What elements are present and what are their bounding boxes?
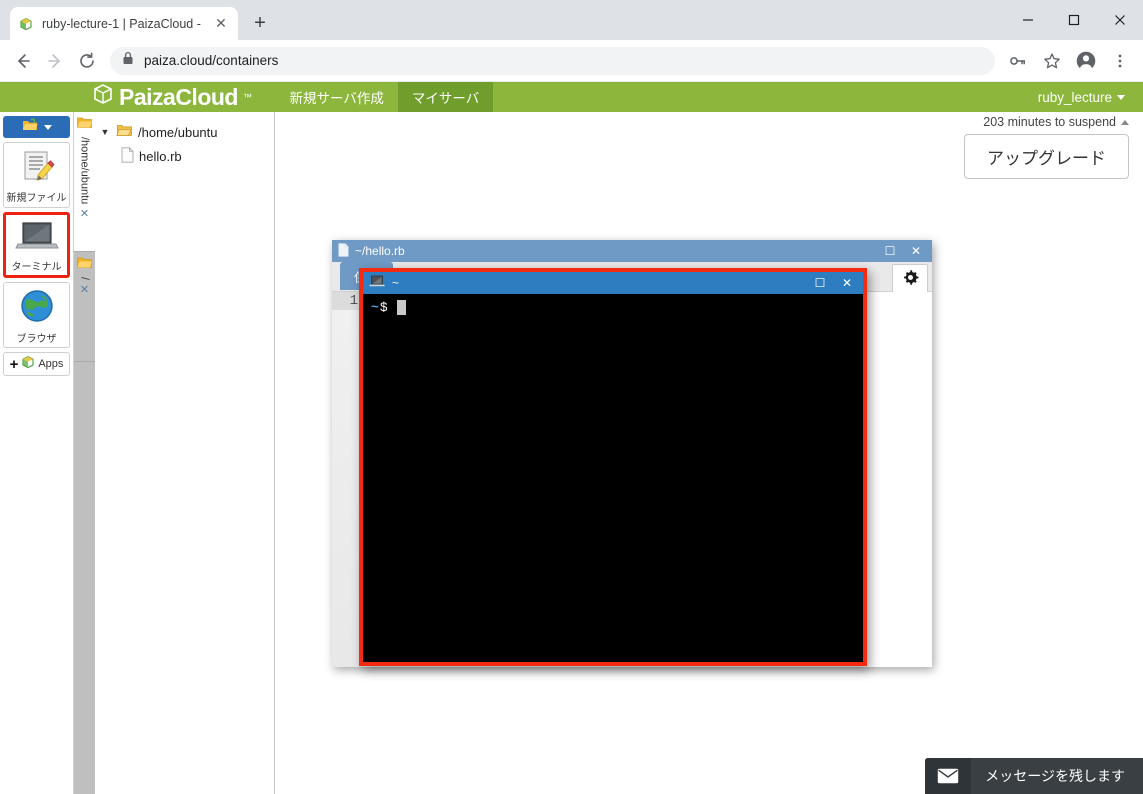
suspend-notice[interactable]: 203 minutes to suspend bbox=[983, 115, 1129, 129]
rail-label-terminal: ターミナル bbox=[11, 261, 62, 273]
paizacloud-app: PaizaCloud ™ 新規サーバ作成 マイサーバ ruby_lecture bbox=[0, 82, 1143, 794]
browser-tab-title: ruby-lecture-1 | PaizaCloud - Inst bbox=[42, 16, 204, 31]
editor-window-title: ~/hello.rb bbox=[355, 244, 405, 258]
gear-icon bbox=[902, 269, 919, 291]
upgrade-button[interactable]: アップグレード bbox=[964, 134, 1129, 179]
directory-tab-strip: /home/ubuntu ✕ / ✕ bbox=[74, 112, 151, 794]
file-new-icon bbox=[22, 118, 38, 137]
window-controls bbox=[1005, 0, 1143, 40]
reload-icon[interactable] bbox=[72, 46, 102, 76]
key-icon[interactable] bbox=[1003, 46, 1033, 76]
chevron-down-icon[interactable]: ▼ bbox=[99, 127, 111, 137]
suspend-notice-text: 203 minutes to suspend bbox=[983, 115, 1116, 129]
app-brand-tm: ™ bbox=[242, 92, 252, 102]
tab-strip: ruby-lecture-1 | PaizaCloud - Inst ✕ + bbox=[0, 0, 274, 40]
maximize-button[interactable] bbox=[1051, 0, 1097, 40]
close-icon[interactable]: ✕ bbox=[80, 207, 89, 220]
terminal-small-icon bbox=[369, 275, 385, 291]
browser-toolbar: paiza.cloud/containers bbox=[0, 40, 1143, 82]
back-icon[interactable] bbox=[8, 46, 38, 76]
terminal-prompt-line: ~ $ bbox=[371, 299, 855, 316]
close-icon[interactable]: ✕ bbox=[837, 276, 857, 290]
app-logo: PaizaCloud ™ bbox=[92, 82, 252, 112]
bookmark-star-icon[interactable] bbox=[1037, 46, 1067, 76]
file-icon bbox=[121, 146, 134, 166]
rail-button-new-file[interactable]: 新規ファイル bbox=[3, 142, 70, 208]
nav-my-server[interactable]: マイサーバ bbox=[397, 82, 494, 112]
terminal-window-title: ~ bbox=[392, 276, 400, 290]
tool-rail: 新規ファイル ターミナル ブラウザ + Apps bbox=[0, 112, 74, 794]
profile-icon[interactable] bbox=[1071, 46, 1101, 76]
chevron-down-icon bbox=[43, 124, 52, 130]
browser-globe-icon bbox=[19, 288, 55, 329]
file-tree-item-label: hello.rb bbox=[139, 148, 182, 164]
minimize-button[interactable] bbox=[1005, 0, 1051, 40]
chat-widget[interactable]: メッセージを残します bbox=[925, 758, 1143, 794]
maximize-icon[interactable]: ☐ bbox=[810, 276, 830, 290]
directory-tab-home[interactable]: /home/ubuntu ✕ bbox=[74, 112, 95, 252]
nav-new-server[interactable]: 新規サーバ作成 bbox=[275, 82, 397, 112]
close-icon[interactable]: ✕ bbox=[212, 15, 230, 33]
app-header: PaizaCloud ™ 新規サーバ作成 マイサーバ ruby_lecture bbox=[0, 82, 1143, 112]
file-tree-root-row[interactable]: ▼ /home/ubuntu bbox=[99, 120, 270, 144]
terminal-window[interactable]: ~ ☐ ✕ ~ $ bbox=[359, 268, 867, 666]
directory-tab-root[interactable]: / ✕ bbox=[74, 252, 95, 362]
workspace: 203 minutes to suspend アップグレード ~/hello.r bbox=[276, 112, 1143, 794]
address-bar[interactable]: paiza.cloud/containers bbox=[110, 46, 995, 75]
browser-menu-icon[interactable] bbox=[1105, 46, 1135, 76]
file-tree-item-hello-rb[interactable]: hello.rb bbox=[99, 144, 270, 168]
paiza-logo-icon bbox=[92, 82, 114, 112]
rail-label-browser: ブラウザ bbox=[16, 333, 57, 345]
close-button[interactable] bbox=[1097, 0, 1143, 40]
address-bar-url: paiza.cloud/containers bbox=[144, 53, 279, 68]
folder-icon bbox=[77, 116, 92, 134]
forward-icon[interactable] bbox=[40, 46, 70, 76]
terminal-icon bbox=[14, 220, 59, 257]
maximize-icon[interactable]: ☐ bbox=[880, 244, 900, 258]
rail-label-new-file: 新規ファイル bbox=[6, 192, 67, 204]
omnibox-actions bbox=[1003, 46, 1135, 76]
file-icon bbox=[338, 242, 349, 260]
new-tab-button[interactable]: + bbox=[246, 9, 274, 37]
browser-tab[interactable]: ruby-lecture-1 | PaizaCloud - Inst ✕ bbox=[10, 7, 238, 40]
browser-window: ruby-lecture-1 | PaizaCloud - Inst ✕ + bbox=[0, 0, 1143, 794]
chat-widget-label: メッセージを残します bbox=[985, 768, 1125, 784]
terminal-prompt-path: ~ bbox=[371, 300, 379, 315]
app-brand-name: PaizaCloud bbox=[119, 83, 238, 110]
app-body: 新規ファイル ターミナル ブラウザ + Apps /home/ubuntu ✕ … bbox=[0, 112, 1143, 794]
rail-button-terminal[interactable]: ターミナル bbox=[3, 212, 70, 278]
paiza-box-icon bbox=[20, 354, 36, 375]
terminal-output[interactable]: ~ $ bbox=[363, 294, 863, 662]
rail-button-apps[interactable]: + Apps bbox=[3, 352, 70, 376]
close-icon[interactable]: ✕ bbox=[80, 283, 89, 296]
folder-icon bbox=[116, 123, 133, 141]
terminal-window-titlebar[interactable]: ~ ☐ ✕ bbox=[363, 272, 863, 294]
rail-label-apps: Apps bbox=[38, 358, 64, 370]
editor-window-titlebar[interactable]: ~/hello.rb ☐ ✕ bbox=[332, 240, 932, 262]
chevron-up-icon bbox=[1121, 119, 1129, 125]
folder-icon bbox=[77, 256, 92, 274]
close-icon[interactable]: ✕ bbox=[906, 244, 926, 258]
lock-icon bbox=[122, 51, 134, 70]
browser-titlebar: ruby-lecture-1 | PaizaCloud - Inst ✕ + bbox=[0, 0, 1143, 40]
account-name: ruby_lecture bbox=[1037, 89, 1112, 105]
envelope-icon bbox=[925, 758, 972, 794]
terminal-cursor bbox=[396, 300, 406, 315]
file-tree: ▼ /home/ubuntu hello.rb bbox=[95, 112, 275, 794]
account-menu[interactable]: ruby_lecture bbox=[1038, 90, 1125, 105]
new-file-icon bbox=[18, 149, 56, 188]
chevron-down-icon bbox=[1117, 94, 1125, 100]
plus-icon: + bbox=[9, 355, 19, 373]
directory-tab-label: /home/ubuntu bbox=[78, 137, 91, 205]
paiza-box-icon bbox=[18, 16, 34, 32]
terminal-prompt-symbol: $ bbox=[379, 300, 388, 315]
file-tree-root-label: /home/ubuntu bbox=[138, 124, 218, 140]
new-item-dropdown[interactable] bbox=[3, 116, 70, 138]
rail-button-browser[interactable]: ブラウザ bbox=[3, 282, 70, 348]
directory-tab-label: / bbox=[78, 277, 91, 281]
